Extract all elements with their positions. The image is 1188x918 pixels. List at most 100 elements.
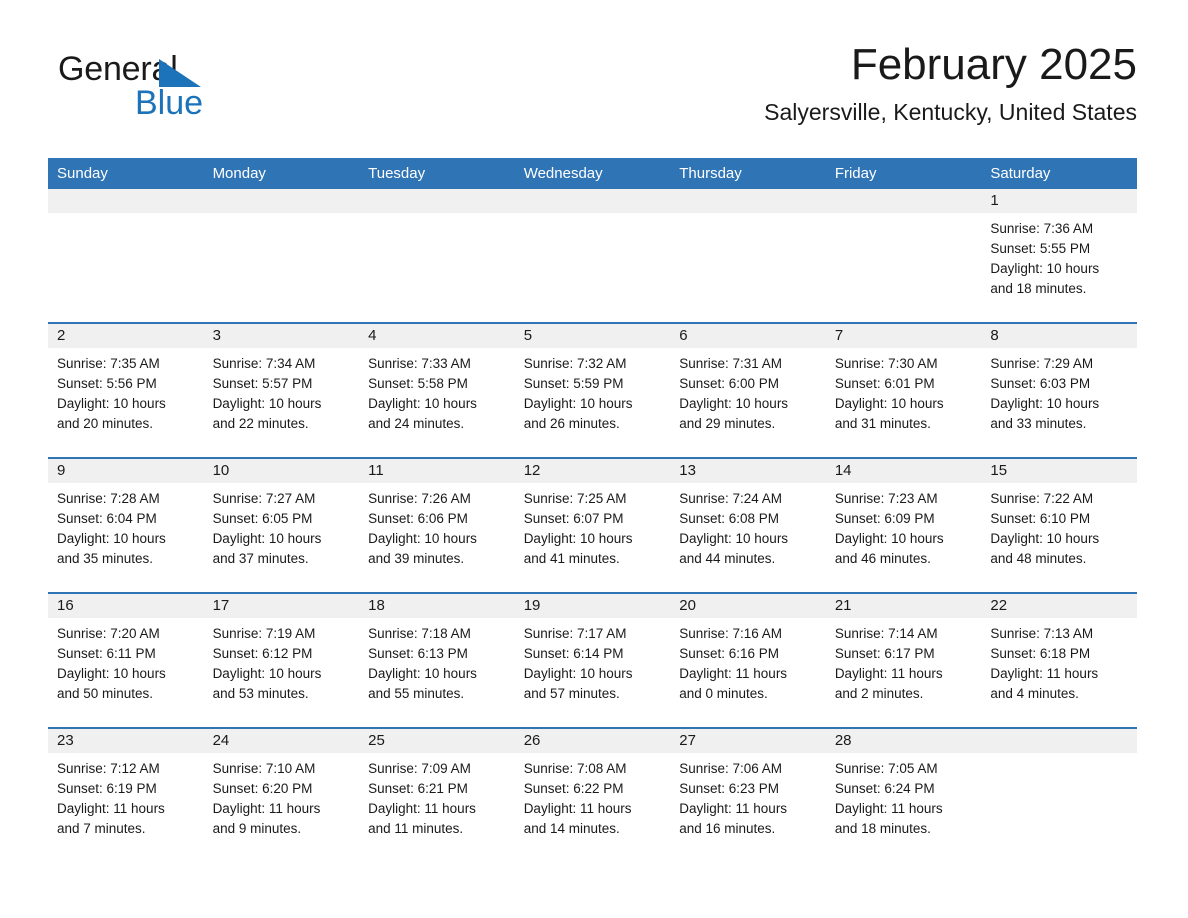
day-number: 18 [368, 597, 385, 614]
day-cell: 7 Sunrise: 7:30 AM Sunset: 6:01 PM Daylight… [825, 322, 982, 458]
daylight-text-line1: Daylight: 11 hours [834, 801, 943, 816]
day-cell: 13 Sunrise: 7:24 AM Sunset: 6:08 PM Dayligh… [670, 457, 826, 593]
sunset-text: Sunset: 6:18 PM [990, 646, 1091, 661]
day-cell: 28 Sunrise: 7:05 AM Sunset: 6:24 PM Dayligh… [825, 727, 982, 862]
page-title: February 2025 [850, 40, 1137, 89]
weekday-header-wednesday: Wednesday [514, 158, 671, 189]
day-cell: 15 Sunrise: 7:22 AM Sunset: 6:10 PM Dayligh… [981, 457, 1137, 593]
day-number: 1 [990, 192, 999, 209]
daylight-text-line1: Daylight: 10 hours [523, 666, 633, 681]
daylight-text-line1: Daylight: 10 hours [834, 396, 944, 411]
weekday-header-monday: Monday [203, 158, 360, 189]
daylight-text-line1: Daylight: 11 hours [679, 801, 788, 816]
sunset-text: Sunset: 6:19 PM [57, 781, 157, 796]
daylight-text-line1: Daylight: 10 hours [57, 396, 166, 411]
week-row: 1 Sunrise: 7:36 AM Sunset: 5:55 PM Daylight… [48, 189, 1137, 323]
day-number: 16 [57, 597, 74, 614]
daylight-text-line2: and 44 minutes. [679, 551, 776, 566]
day-cell: 27 Sunrise: 7:06 AM Sunset: 6:23 PM Dayligh… [670, 727, 826, 862]
sunrise-text: Sunrise: 7:05 AM [834, 761, 938, 776]
daylight-text-line1: Daylight: 10 hours [212, 531, 322, 546]
sunset-text: Sunset: 6:16 PM [679, 646, 780, 661]
day-number: 4 [368, 327, 377, 344]
week-row: 16 Sunrise: 7:20 AM Sunset: 6:11 PM Dayligh… [48, 592, 1137, 728]
calendar-page: General Blue February 2025 Salyersville,… [0, 0, 1188, 918]
sunrise-text: Sunrise: 7:13 AM [990, 626, 1094, 641]
day-cell: 2 Sunrise: 7:35 AM Sunset: 5:56 PM Daylight… [48, 322, 204, 458]
daylight-text-line2: and 11 minutes. [368, 821, 464, 836]
sunset-text: Sunset: 6:22 PM [523, 781, 624, 796]
daylight-text-line1: Daylight: 10 hours [368, 666, 477, 681]
daylight-text-line2: and 39 minutes. [368, 551, 465, 566]
day-number: 10 [212, 462, 230, 479]
day-cell: 17 Sunrise: 7:19 AM Sunset: 6:12 PM Dayligh… [203, 592, 360, 728]
day-number: 12 [523, 462, 541, 479]
day-cell: 25 Sunrise: 7:09 AM Sunset: 6:21 PM Dayligh… [359, 727, 515, 862]
sunrise-text: Sunrise: 7:23 AM [834, 491, 938, 506]
day-number: 2 [57, 327, 66, 344]
daylight-text-line1: Daylight: 10 hours [990, 531, 1100, 546]
day-cell: 4 Sunrise: 7:33 AM Sunset: 5:58 PM Daylight… [359, 322, 515, 458]
daylight-text-line1: Daylight: 10 hours [212, 396, 322, 411]
daylight-text-line2: and 20 minutes. [57, 416, 154, 431]
sunrise-text: Sunrise: 7:28 AM [57, 491, 160, 506]
daylight-text-line1: Daylight: 10 hours [523, 531, 633, 546]
week-row: 2 Sunrise: 7:35 AM Sunset: 5:56 PM Daylight… [48, 322, 1137, 458]
day-cell [670, 189, 826, 323]
day-number: 13 [679, 462, 696, 479]
daylight-text-line1: Daylight: 10 hours [990, 261, 1100, 276]
sunrise-text: Sunrise: 7:08 AM [523, 761, 627, 776]
sunrise-text: Sunrise: 7:12 AM [57, 761, 160, 776]
day-cell: 8 Sunrise: 7:29 AM Sunset: 6:03 PM Daylight… [981, 322, 1137, 458]
day-cell [825, 189, 982, 323]
sunrise-text: Sunrise: 7:24 AM [679, 491, 783, 506]
daylight-text-line2: and 46 minutes. [834, 551, 931, 566]
sunset-text: Sunset: 6:07 PM [523, 511, 624, 526]
weekday-header-thursday: Thursday [670, 158, 826, 189]
day-cell: 19 Sunrise: 7:17 AM Sunset: 6:14 PM Dayligh… [514, 592, 671, 728]
sunrise-text: Sunrise: 7:30 AM [834, 356, 938, 371]
sunrise-text: Sunrise: 7:18 AM [368, 626, 471, 641]
page-header: General Blue February 2025 Salyersville,… [48, 40, 1137, 152]
sunset-text: Sunset: 6:24 PM [834, 781, 935, 796]
day-number: 15 [990, 462, 1008, 479]
sunrise-text: Sunrise: 7:19 AM [212, 626, 316, 641]
general-blue-logo: General Blue [58, 52, 318, 132]
sunrise-text: Sunrise: 7:32 AM [523, 356, 627, 371]
weekday-header-tuesday: Tuesday [359, 158, 515, 189]
sunrise-text: Sunrise: 7:36 AM [990, 221, 1094, 236]
daylight-text-line1: Daylight: 10 hours [679, 396, 789, 411]
sunset-text: Sunset: 6:00 PM [679, 376, 780, 391]
daylight-text-line2: and 0 minutes. [679, 686, 768, 701]
sunrise-text: Sunrise: 7:20 AM [57, 626, 160, 641]
day-cell: 12 Sunrise: 7:25 AM Sunset: 6:07 PM Dayligh… [514, 457, 671, 593]
day-cell: 1 Sunrise: 7:36 AM Sunset: 5:55 PM Daylight… [981, 189, 1137, 323]
sunset-text: Sunset: 6:21 PM [368, 781, 468, 796]
day-number: 5 [523, 327, 533, 344]
day-cell: 21 Sunrise: 7:14 AM Sunset: 6:17 PM Dayligh… [825, 592, 982, 728]
sunrise-text: Sunrise: 7:22 AM [990, 491, 1094, 506]
daylight-text-line1: Daylight: 10 hours [57, 666, 166, 681]
day-number: 7 [834, 327, 844, 344]
day-cell: 11 Sunrise: 7:26 AM Sunset: 6:06 PM Dayligh… [359, 457, 515, 593]
weekday-header-sunday: Sunday [48, 158, 204, 189]
daylight-text-line1: Daylight: 10 hours [368, 531, 477, 546]
sunrise-text: Sunrise: 7:06 AM [679, 761, 783, 776]
day-cell: 10 Sunrise: 7:27 AM Sunset: 6:05 PM Dayligh… [203, 457, 360, 593]
sunset-text: Sunset: 6:12 PM [212, 646, 313, 661]
daylight-text-line2: and 29 minutes. [679, 416, 776, 431]
daylight-text-line1: Daylight: 11 hours [834, 666, 943, 681]
day-number: 25 [368, 732, 385, 749]
sunset-text: Sunset: 6:06 PM [368, 511, 468, 526]
day-cell: 9 Sunrise: 7:28 AM Sunset: 6:04 PM Daylight… [48, 457, 204, 593]
day-number: 26 [523, 732, 541, 749]
sunrise-text: Sunrise: 7:14 AM [834, 626, 938, 641]
sunrise-text: Sunrise: 7:16 AM [679, 626, 783, 641]
sunset-text: Sunset: 6:08 PM [679, 511, 780, 526]
daylight-text-line2: and 55 minutes. [368, 686, 465, 701]
sunset-text: Sunset: 6:04 PM [57, 511, 157, 526]
daylight-text-line2: and 53 minutes. [212, 686, 309, 701]
weekday-header-friday: Friday [825, 158, 982, 189]
daylight-text-line2: and 2 minutes. [834, 686, 924, 701]
daylight-text-line2: and 22 minutes. [212, 416, 309, 431]
